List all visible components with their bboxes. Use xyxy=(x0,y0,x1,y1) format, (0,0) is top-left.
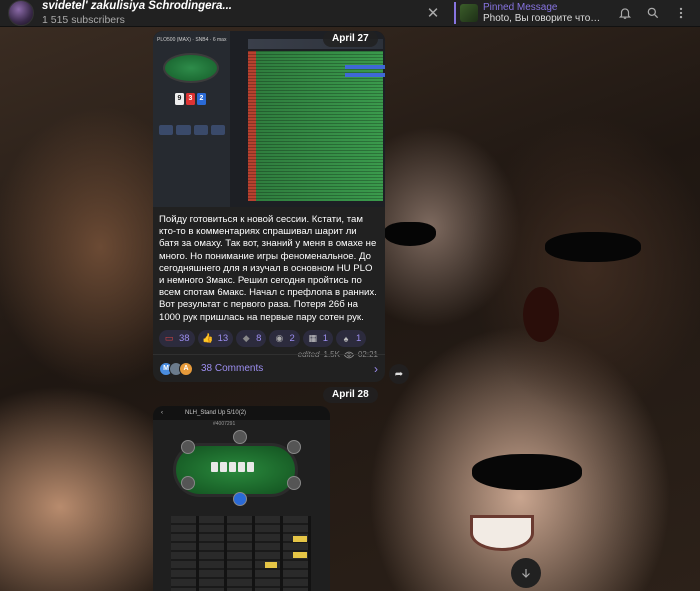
scroll-to-bottom-button[interactable] xyxy=(511,558,541,588)
player-seat xyxy=(233,492,247,506)
poker-chip-icon: ◉ xyxy=(275,333,284,343)
reaction-count: 8 xyxy=(256,333,262,344)
highlight-bar xyxy=(345,73,385,77)
money-bag-icon: ▦ xyxy=(308,333,317,343)
comments-button[interactable]: M A 38 Comments › xyxy=(153,354,385,382)
comments-label: 38 Comments xyxy=(201,363,264,374)
poker-table-panel: PLO500 (MAX) · SNB4 · 6 max 9 3 2 xyxy=(153,31,230,207)
more-icon xyxy=(679,7,683,19)
reaction-chip[interactable]: ◉ 2 xyxy=(269,330,300,347)
background-figure xyxy=(545,232,641,262)
reaction-chip[interactable]: ▭ 38 xyxy=(159,330,195,347)
card: 3 xyxy=(186,93,195,105)
share-icon: ➦ xyxy=(394,368,404,380)
image-title-bar: ‹ NLH_Stand Up 5/10(2) xyxy=(153,406,330,420)
chat-header: svidetel' zakulisiya Schrodingera... 1 5… xyxy=(0,0,700,27)
reactions-row: ▭ 38 👍 13 ◆ 8 ◉ 2 ▦ 1 ♠ 1 xyxy=(153,330,385,347)
highlight-bar xyxy=(345,65,385,69)
channel-avatar[interactable] xyxy=(8,0,34,26)
action-buttons-row xyxy=(159,125,225,135)
reaction-count: 13 xyxy=(217,333,229,344)
pinned-indicator xyxy=(454,2,456,24)
arrow-down-icon xyxy=(522,569,530,578)
spade-icon: ♠ xyxy=(343,333,349,344)
highlight-cell xyxy=(265,562,277,568)
notifications-button[interactable] xyxy=(614,2,636,24)
playing-cards-icon: ▭ xyxy=(164,333,174,343)
channel-title: svidetel' zakulisiya Schrodingera... xyxy=(42,0,233,13)
reaction-count: 38 xyxy=(179,333,190,344)
card: 9 xyxy=(175,93,184,105)
reaction-chip[interactable]: ◆ 8 xyxy=(236,330,267,347)
board-cards xyxy=(211,462,254,472)
card: 2 xyxy=(197,93,206,105)
poker-table xyxy=(163,53,219,83)
player-seat xyxy=(181,476,195,490)
player-seat xyxy=(287,476,301,490)
background-figure xyxy=(470,515,534,551)
hole-cards: 9 3 2 xyxy=(175,93,206,105)
reaction-chip[interactable]: 👍 13 xyxy=(197,330,234,347)
highlight-cell xyxy=(293,552,307,558)
reaction-count: 1 xyxy=(322,333,329,344)
pinned-title: Pinned Message xyxy=(483,2,558,13)
reaction-count: 2 xyxy=(289,333,295,344)
reaction-count: 1 xyxy=(356,333,362,344)
post-photo[interactable]: PLO500 (MAX) · SNB4 · 6 max 9 3 2 xyxy=(153,31,385,207)
background-figure xyxy=(523,287,559,342)
channel-post[interactable]: PLO500 (MAX) · SNB4 · 6 max 9 3 2 Пойду … xyxy=(153,31,385,382)
reaction-chip[interactable]: ♠ 1 xyxy=(336,330,367,347)
channel-post[interactable]: ‹ NLH_Stand Up 5/10(2) #4007291 xyxy=(153,406,330,591)
player-seat xyxy=(287,440,301,454)
background-figure xyxy=(384,222,436,246)
chevron-right-icon: › xyxy=(374,361,378,376)
hand-history-grid xyxy=(171,516,311,591)
range-grid-panel xyxy=(230,31,385,207)
thumbs-up-icon: 👍 xyxy=(201,333,214,343)
pinned-preview: Photo, Вы говорите что онла... xyxy=(483,13,603,24)
pinned-message[interactable]: Pinned Message Photo, Вы говорите что он… xyxy=(454,2,604,24)
player-seat xyxy=(181,440,195,454)
channel-info[interactable]: svidetel' zakulisiya Schrodingera... 1 5… xyxy=(42,0,422,25)
image-subtitle: #4007291 xyxy=(213,421,236,427)
date-separator: April 28 xyxy=(323,387,378,403)
search-button[interactable] xyxy=(642,2,664,24)
back-arrow-icon: ‹ xyxy=(161,410,163,416)
player-seat xyxy=(233,430,247,444)
post-text: Пойду готовиться к новой сессии. Кстати,… xyxy=(159,214,377,324)
more-button[interactable] xyxy=(670,2,692,24)
background-figure xyxy=(472,454,582,490)
close-icon: ✕ xyxy=(426,5,440,22)
search-icon xyxy=(647,7,659,19)
highlight-cell xyxy=(293,536,307,542)
image-title: NLH_Stand Up 5/10(2) xyxy=(185,410,247,416)
diamond-icon: ◆ xyxy=(242,333,250,343)
close-pinned-button[interactable]: ✕ xyxy=(422,2,444,24)
table-caption: PLO500 (MAX) · SNB4 · 6 max xyxy=(157,37,227,43)
subscriber-count: 1 515 subscribers xyxy=(42,13,125,26)
date-separator: April 27 xyxy=(323,31,378,47)
pinned-thumbnail xyxy=(460,4,478,22)
commenter-avatar: A xyxy=(179,361,193,376)
share-button[interactable]: ➦ xyxy=(389,364,409,384)
reaction-chip[interactable]: ▦ 1 xyxy=(302,330,334,347)
bell-icon xyxy=(618,8,632,19)
